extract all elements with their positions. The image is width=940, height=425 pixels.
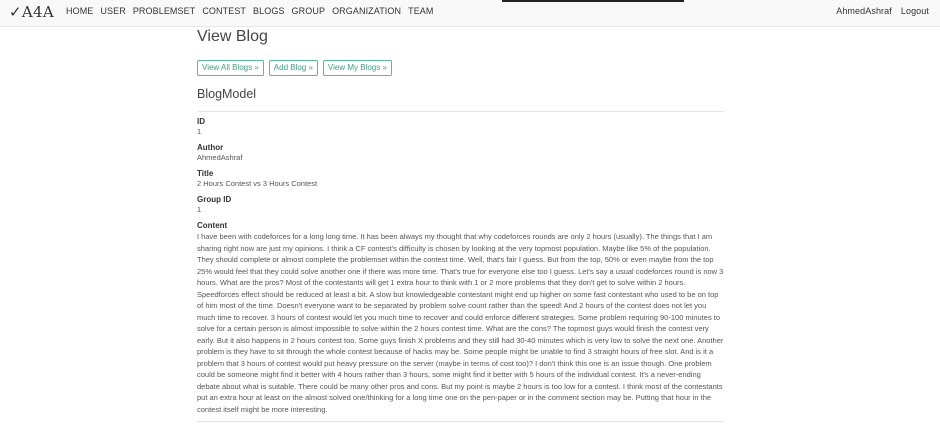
- nav-user-link[interactable]: AhmedAshraf: [836, 6, 892, 16]
- field-label-group-id: Group ID: [197, 195, 232, 204]
- field-value-content: I have been with codeforces for a long l…: [197, 232, 724, 414]
- add-blog-button[interactable]: Add Blog »: [268, 60, 318, 76]
- nav-link-blogs[interactable]: BLOGS: [253, 6, 285, 16]
- brand-logo[interactable]: ✓A4A: [9, 3, 54, 21]
- nav-link-user[interactable]: USER: [100, 6, 125, 16]
- page-title: View Blog: [197, 28, 268, 45]
- nav-link-organization[interactable]: ORGANIZATION: [332, 6, 401, 16]
- nav-link-contest[interactable]: CONTEST: [202, 6, 246, 16]
- nav-link-problemset[interactable]: PROBLEMSET: [133, 6, 196, 16]
- field-label-author: Author: [197, 143, 224, 152]
- navbar: ✓A4A HOME USER PROBLEMSET CONTEST BLOGS …: [0, 0, 940, 27]
- action-buttons: View All Blogs » Add Blog » View My Blog…: [197, 60, 724, 76]
- field-value-author: AhmedAshraf: [197, 153, 243, 162]
- top-highlight-bar: [502, 0, 684, 2]
- main-container: View Blog View All Blogs » Add Blog » Vi…: [197, 28, 724, 422]
- logout-link[interactable]: Logout: [901, 6, 929, 16]
- view-all-blogs-button[interactable]: View All Blogs »: [197, 60, 264, 76]
- field-value-title: 2 Hours Contest vs 3 Hours Contest: [197, 179, 318, 188]
- nav-link-team[interactable]: TEAM: [408, 6, 433, 16]
- field-label-id: ID: [197, 117, 205, 126]
- model-title: BlogModel: [197, 87, 257, 101]
- field-value-group-id: 1: [197, 205, 202, 214]
- field-label-title: Title: [197, 169, 214, 178]
- details-list: ID 1 Author AhmedAshraf Title 2 Hours Co…: [197, 117, 724, 415]
- bottom-divider: [197, 421, 724, 422]
- nav-user-area: AhmedAshraf Logout: [836, 6, 929, 16]
- divider: [197, 111, 724, 112]
- nav-link-group[interactable]: GROUP: [292, 6, 326, 16]
- field-label-content: Content: [197, 221, 228, 230]
- nav-link-home[interactable]: HOME: [66, 6, 93, 16]
- view-my-blogs-button[interactable]: View My Blogs »: [322, 60, 392, 76]
- field-value-id: 1: [197, 127, 202, 136]
- nav-links: HOME USER PROBLEMSET CONTEST BLOGS GROUP…: [66, 6, 434, 16]
